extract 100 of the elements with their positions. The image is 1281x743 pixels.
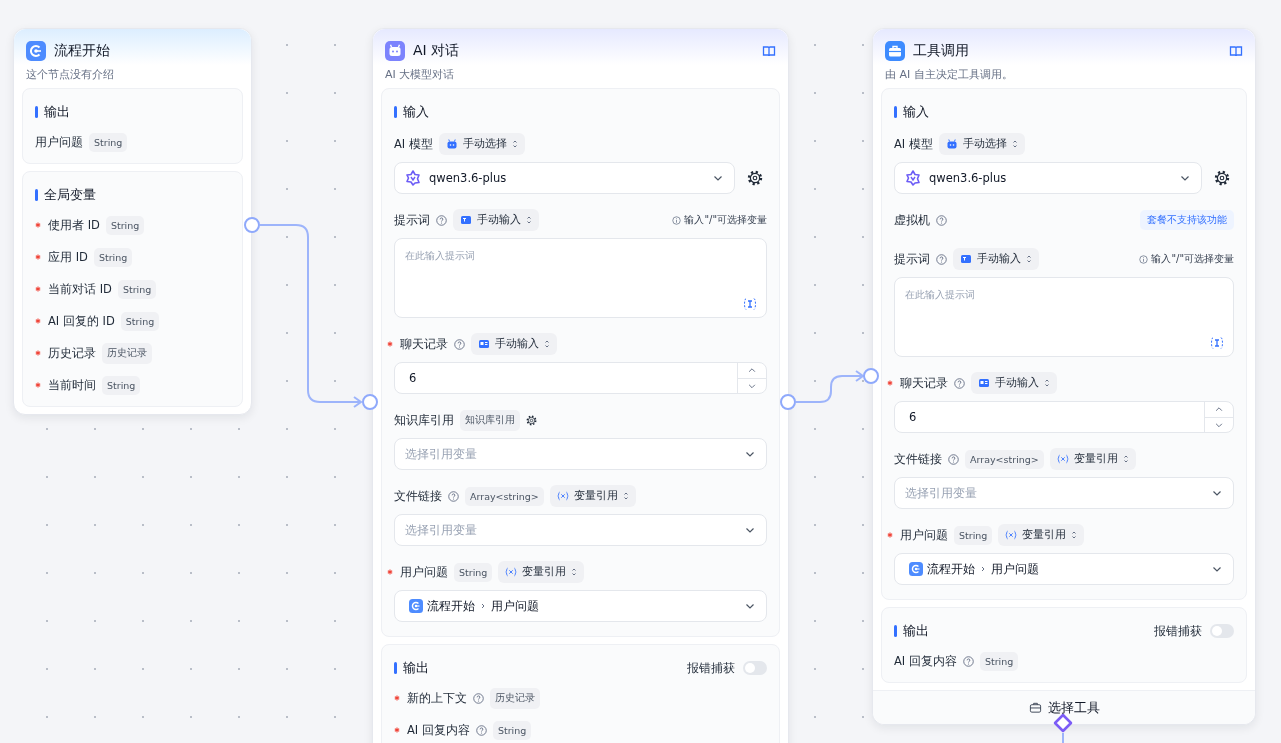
field-label: 聊天记录 [900,375,948,391]
type-tag: String [102,375,141,395]
toolbox-icon [885,41,905,61]
toggle-label: 报错捕获 [687,660,735,676]
book-icon[interactable] [1229,44,1243,58]
variable-icon [505,566,518,578]
error-catch-toggle[interactable] [743,661,767,675]
input-mode-selector[interactable]: 手动输入 [971,372,1057,394]
variable-icon [556,490,569,502]
field-label: 用户问题 [900,527,948,543]
field-label: AI 模型 [394,136,433,152]
card-icon [978,377,990,389]
model-logo-icon [905,170,921,186]
robot-icon [945,138,958,150]
error-catch-toggle[interactable] [1210,624,1234,638]
section-title: 输出 [903,622,930,640]
info-icon [1139,254,1149,264]
diamond-handle-icon[interactable] [1053,713,1073,733]
chevron-right-icon [479,602,487,610]
variable-insert-icon[interactable] [1209,336,1225,350]
field-label: 当前时间 [48,377,96,393]
type-tag: String [979,651,1019,671]
connection-handle[interactable] [863,368,879,384]
type-tag: 历史记录 [102,342,152,364]
input-mode-selector[interactable]: 变量引用 [549,485,636,507]
help-icon[interactable] [954,377,965,389]
help-icon[interactable] [475,724,487,736]
field-label: AI 回复的 ID [48,313,115,329]
help-icon[interactable] [454,338,465,350]
field-label: 提示词 [894,251,930,267]
info-icon [672,215,682,225]
connector-arrow [795,370,865,403]
node-description: 由 AI 自主决定工具调用。 [884,67,1014,83]
robot-icon [385,41,405,61]
up-down-icon [1011,139,1018,149]
node-card[interactable]: 工具调用 由 AI 自主决定工具调用。 输入 AI 模型 手动选择 qwen3.6-plus 虚拟机 套餐不支持该功能 提示词 手动输入 输入"/"可选择变量 在此输入提示词 聊天记录 手动输入 6 文件链接 Array<string> 变量引用 选择引用变量 用户问题 String 变量引用 流程开始 用户问题 输出 报错捕获 AI 回复内容 String 选择工具 [872,28,1256,725]
input-mode-selector[interactable]: 手动选择 [438,133,525,155]
input-mode-selector[interactable]: 手动输入 [953,248,1039,270]
field-label: 用户问题 [35,134,83,150]
node-card[interactable]: 流程开始 这个节点没有介绍 输出 用户问题 String 全局变量 使用者 ID String 应用 ID String 当前对话 ID String AI 回复的 ID String 历史记录 历史记录 当前时间 String [13,28,252,415]
notice-badge: 套餐不支持该功能 [1140,210,1234,230]
variable-icon [1056,453,1069,465]
connection-handle[interactable] [244,217,260,233]
connection-handle[interactable] [362,394,378,410]
node-title: 工具调用 [913,42,970,60]
input-mode-selector[interactable]: 变量引用 [998,524,1085,546]
up-down-icon [571,567,578,577]
field-label: AI 回复内容 [894,653,957,669]
chevron-right-icon [979,565,987,573]
input-mode-selector[interactable]: 变量引用 [1049,448,1136,470]
up-down-icon [1044,378,1050,388]
input-mode-selector[interactable]: 手动选择 [938,133,1025,155]
variable-select[interactable]: 流程开始 用户问题 [894,553,1234,585]
type-tag: String [954,525,993,545]
input-mode-selector[interactable]: 变量引用 [498,561,585,583]
model-select[interactable]: qwen3.6-plus [394,162,735,194]
input-mode-selector[interactable]: 手动输入 [471,333,557,355]
model-select[interactable]: qwen3.6-plus [894,162,1202,194]
text-input-icon [960,253,972,265]
robot-icon [445,138,458,150]
number-field[interactable]: 6 [894,401,1234,433]
connection-handle[interactable] [780,394,796,410]
type-tag: String [89,132,128,152]
settings-icon[interactable] [526,414,537,426]
model-logo-icon [405,170,421,186]
node-description: AI 大模型对话 [384,67,456,83]
section-title: 输出 [403,659,430,677]
help-icon[interactable] [448,490,459,502]
field-label: 虚拟机 [894,212,930,228]
variable-select[interactable]: 流程开始 用户问题 [394,590,767,622]
node-title: 流程开始 [54,42,111,60]
variable-insert-icon[interactable] [742,297,758,311]
input-mode-selector[interactable]: 手动输入 [453,209,539,231]
help-icon[interactable] [962,655,974,667]
circle-arrow-icon [409,599,423,613]
type-tag: Array<string> [465,486,544,506]
text-input-icon [460,214,472,226]
node-title: AI 对话 [413,42,461,60]
field-label: 使用者 ID [48,217,100,233]
hint-text: 输入"/"可选择变量 [672,213,767,227]
section-title: 全局变量 [44,186,97,204]
field-label: 历史记录 [48,345,96,361]
field-label: 知识库引用 [394,412,454,428]
node-card[interactable]: AI 对话 AI 大模型对话 输入 AI 模型 手动选择 qwen3.6-plus 提示词 手动输入 输入"/"可选择变量 在此输入提示词 聊天记录 手动输入 6 知识库引用 知识库引用 选择引用变量 文件链接 Array<string> 变量引用 选择引用变量 用户问题 String 变量引用 流程开始 用户问题 输出 报错捕获 新的上下文 历史记录 AI 回复内容 String [372,28,789,743]
help-icon[interactable] [436,214,447,226]
book-icon[interactable] [762,44,776,58]
field-label: 用户问题 [400,564,448,580]
select-tool-button[interactable]: 选择工具 [873,690,1255,724]
field-label: 当前对话 ID [48,281,112,297]
type-tag: String [492,720,532,740]
type-tag: String [117,279,157,299]
type-tag: 知识库引用 [460,409,520,431]
help-icon[interactable] [948,453,959,465]
help-icon[interactable] [936,214,947,226]
type-tag: Array<string> [965,449,1044,469]
help-icon[interactable] [473,692,484,704]
section-title: 输出 [44,103,71,121]
number-field[interactable]: 6 [394,362,767,394]
help-icon[interactable] [936,253,947,265]
up-down-icon [1071,530,1078,540]
